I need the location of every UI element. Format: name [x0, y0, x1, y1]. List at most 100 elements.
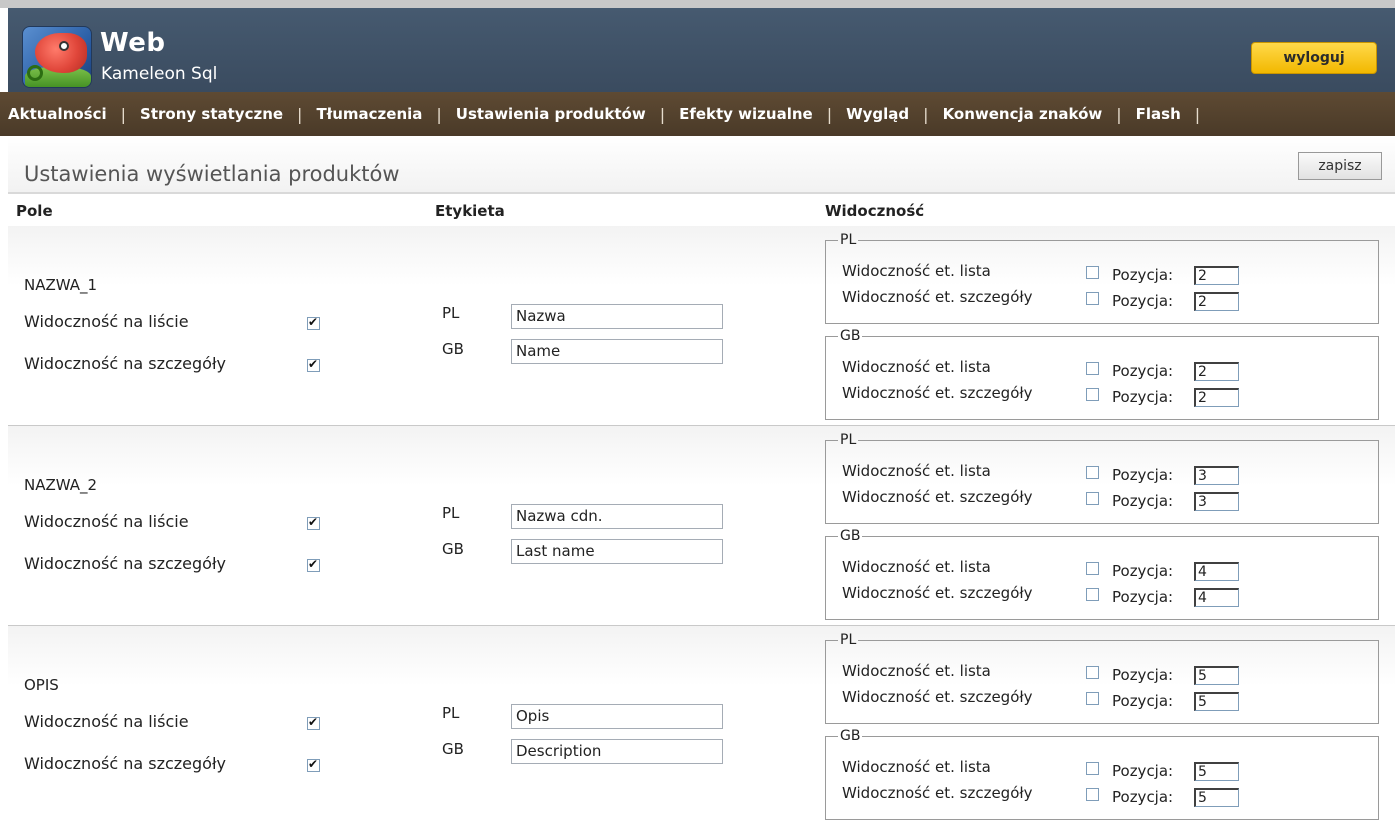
et-detail-checkbox[interactable]: [1086, 388, 1099, 401]
et-list-label: Widoczność et. lista: [842, 662, 991, 680]
visibility-legend-gb: GB: [840, 728, 861, 744]
position-label: Pozycja:: [1112, 492, 1174, 510]
nav-item-efekty-wizualne[interactable]: Efekty wizualne: [679, 105, 813, 123]
label-pl-input[interactable]: Opis: [511, 704, 723, 729]
position-label: Pozycja:: [1112, 762, 1174, 780]
et-detail-checkbox[interactable]: [1086, 292, 1099, 305]
et-detail-label: Widoczność et. szczegóły: [842, 384, 1033, 402]
column-header-etykieta: Etykieta: [435, 202, 505, 220]
position-input[interactable]: 5: [1194, 788, 1239, 807]
et-detail-checkbox[interactable]: [1086, 692, 1099, 705]
et-list-label: Widoczność et. lista: [842, 262, 991, 280]
logout-button[interactable]: wyloguj: [1251, 42, 1377, 74]
app-subtitle: Kameleon Sql: [101, 64, 218, 84]
visibility-box-gb: GB Widoczność et. lista Pozycja: 5 Widoc…: [825, 728, 1379, 820]
detail-visibility-label: Widoczność na szczegóły: [24, 554, 226, 573]
label-gb-input[interactable]: Name: [511, 339, 723, 364]
position-input[interactable]: 3: [1194, 466, 1239, 485]
nav-separator: |: [436, 104, 442, 124]
position-label: Pozycja:: [1112, 466, 1174, 484]
position-label: Pozycja:: [1112, 692, 1174, 710]
nav-item-konwencja-znakow[interactable]: Konwencja znaków: [943, 105, 1103, 123]
position-input[interactable]: 5: [1194, 692, 1239, 711]
visibility-box-pl: PL Widoczność et. lista Pozycja: 2 Widoc…: [825, 233, 1379, 324]
column-header-pole: Pole: [16, 202, 53, 220]
position-input[interactable]: 2: [1194, 266, 1239, 285]
visibility-box-pl: PL Widoczność et. lista Pozycja: 5 Widoc…: [825, 632, 1379, 724]
et-list-checkbox[interactable]: [1086, 762, 1099, 775]
et-list-checkbox[interactable]: [1086, 562, 1099, 575]
list-visibility-checkbox[interactable]: [307, 715, 320, 730]
field-section-nazwa-2: NAZWA_2 Widoczność na liście Widoczność …: [8, 426, 1395, 626]
position-label: Pozycja:: [1112, 562, 1174, 580]
nav-separator: |: [120, 104, 127, 124]
field-name: OPIS: [24, 676, 59, 694]
et-list-checkbox[interactable]: [1086, 666, 1099, 679]
nav-separator: |: [1116, 104, 1122, 124]
position-input[interactable]: 2: [1194, 362, 1239, 381]
et-list-checkbox[interactable]: [1086, 266, 1099, 279]
visibility-legend-pl: PL: [840, 632, 857, 648]
et-list-checkbox[interactable]: [1086, 466, 1099, 479]
detail-visibility-label: Widoczność na szczegóły: [24, 754, 226, 773]
position-label: Pozycja:: [1112, 362, 1174, 380]
nav-item-wyglad[interactable]: Wygląd: [846, 105, 909, 123]
detail-visibility-checkbox[interactable]: [307, 357, 320, 372]
list-visibility-label: Widoczność na liście: [24, 712, 189, 731]
et-list-label: Widoczność et. lista: [842, 758, 991, 776]
app-header: Web Kameleon Sql wyloguj: [8, 8, 1395, 92]
position-label: Pozycja:: [1112, 388, 1174, 406]
position-input[interactable]: 4: [1194, 562, 1239, 581]
page-title: Ustawienia wyświetlania produktów: [24, 162, 400, 186]
visibility-legend-gb: GB: [840, 328, 861, 344]
label-gb-input[interactable]: Last name: [511, 539, 723, 564]
nav-item-tlumaczenia[interactable]: Tłumaczenia: [316, 105, 422, 123]
position-label: Pozycja:: [1112, 588, 1174, 606]
list-visibility-label: Widoczność na liście: [24, 512, 189, 531]
nav-item-flash[interactable]: Flash: [1136, 105, 1181, 123]
detail-visibility-label: Widoczność na szczegóły: [24, 354, 226, 373]
label-lang-pl: PL: [442, 504, 460, 522]
et-detail-label: Widoczność et. szczegóły: [842, 784, 1033, 802]
list-visibility-checkbox[interactable]: [307, 315, 320, 330]
list-visibility-checkbox[interactable]: [307, 515, 320, 530]
nav-item-ustawienia-produktow[interactable]: Ustawienia produktów: [456, 105, 646, 123]
nav-separator: |: [1194, 104, 1201, 124]
visibility-legend-pl: PL: [840, 432, 857, 448]
et-detail-checkbox[interactable]: [1086, 788, 1099, 801]
et-list-label: Widoczność et. lista: [842, 358, 991, 376]
label-pl-input[interactable]: Nazwa cdn.: [511, 504, 723, 529]
position-input[interactable]: 4: [1194, 588, 1239, 607]
list-visibility-label: Widoczność na liście: [24, 312, 189, 331]
detail-visibility-checkbox[interactable]: [307, 757, 320, 772]
field-section-opis: OPIS Widoczność na liście Widoczność na …: [8, 626, 1395, 823]
position-input[interactable]: 2: [1194, 388, 1239, 407]
label-pl-input[interactable]: Nazwa: [511, 304, 723, 329]
et-detail-checkbox[interactable]: [1086, 492, 1099, 505]
field-name: NAZWA_2: [24, 476, 98, 494]
position-input[interactable]: 5: [1194, 762, 1239, 781]
position-label: Pozycja:: [1112, 292, 1174, 310]
field-name: NAZWA_1: [24, 276, 98, 294]
position-input[interactable]: 3: [1194, 492, 1239, 511]
visibility-box-gb: GB Widoczność et. lista Pozycja: 2 Widoc…: [825, 328, 1379, 420]
position-input[interactable]: 5: [1194, 666, 1239, 685]
visibility-box-pl: PL Widoczność et. lista Pozycja: 3 Widoc…: [825, 432, 1379, 524]
detail-visibility-checkbox[interactable]: [307, 557, 320, 572]
main-nav: Aktualności | Strony statyczne | Tłumaczen…: [0, 92, 1395, 136]
et-detail-label: Widoczność et. szczegóły: [842, 488, 1033, 506]
label-gb-input[interactable]: Description: [511, 739, 723, 764]
et-list-checkbox[interactable]: [1086, 362, 1099, 375]
nav-separator: |: [923, 104, 929, 124]
et-detail-checkbox[interactable]: [1086, 588, 1099, 601]
nav-item-strony-statyczne[interactable]: Strony statyczne: [140, 105, 283, 123]
save-button[interactable]: zapisz: [1298, 152, 1382, 180]
nav-item-aktualnosci[interactable]: Aktualności: [8, 105, 107, 123]
label-lang-pl: PL: [442, 304, 460, 322]
visibility-box-gb: GB Widoczność et. lista Pozycja: 4 Widoc…: [825, 529, 1379, 620]
app-title: Web: [100, 28, 166, 58]
label-lang-pl: PL: [442, 704, 460, 722]
et-detail-label: Widoczność et. szczegóły: [842, 688, 1033, 706]
nav-separator: |: [297, 104, 303, 124]
position-input[interactable]: 2: [1194, 292, 1239, 311]
